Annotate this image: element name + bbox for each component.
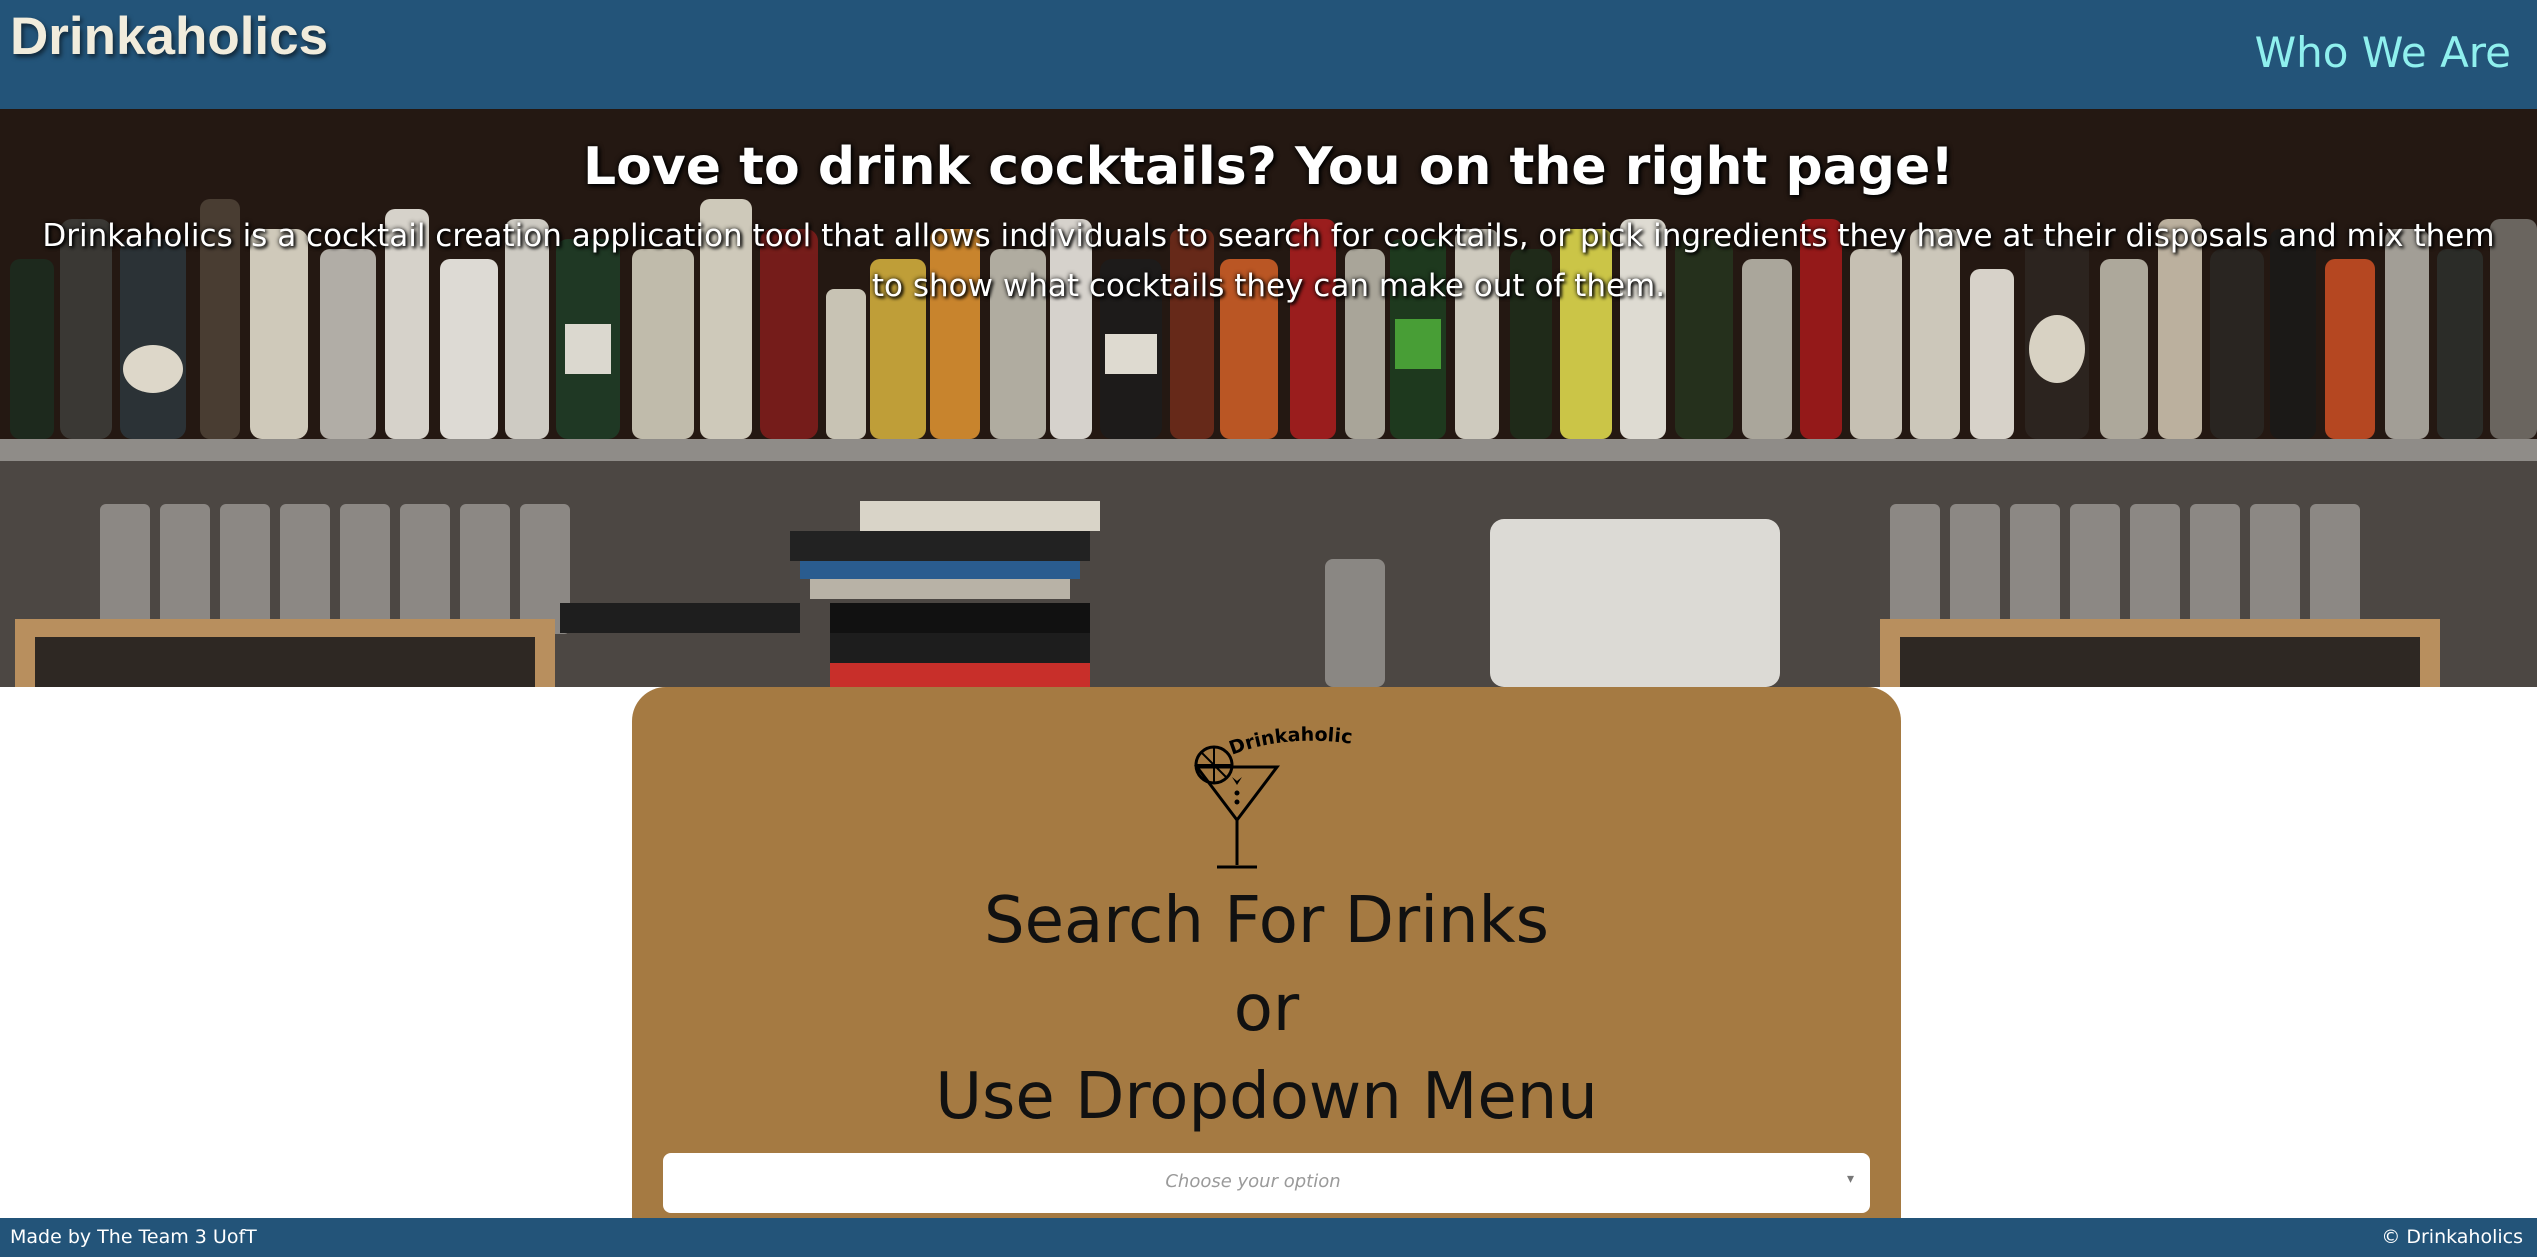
nav-link-who-we-are[interactable]: Who We Are: [2255, 28, 2511, 77]
search-heading-line3: Use Dropdown Menu: [935, 1060, 1598, 1134]
footer: Made by The Team 3 UofT © Drinkaholics: [0, 1218, 2537, 1257]
search-heading-line1: Search For Drinks: [984, 884, 1549, 958]
footer-copyright: © Drinkaholics: [2381, 1226, 2523, 1248]
navbar: Drinkaholics Who We Are: [0, 0, 2537, 109]
brand-logo-link[interactable]: Drinkaholics: [10, 6, 328, 67]
search-heading: Search For Drinks or Use Dropdown Menu: [632, 877, 1901, 1141]
hero-banner: Love to drink cocktails? You on the righ…: [0, 109, 2537, 687]
caret-down-icon: ▾: [1846, 1171, 1854, 1187]
hero-title: Love to drink cocktails? You on the righ…: [583, 137, 1954, 197]
search-heading-line2: or: [1233, 972, 1300, 1046]
dropdown-placeholder: Choose your option: [1165, 1171, 1341, 1192]
hero-description: Drinkaholics is a cocktail creation appl…: [42, 218, 2495, 304]
drink-dropdown[interactable]: Choose your option ▾: [663, 1153, 1870, 1213]
search-card: Drinkaholics Search For Drinks or Use Dr…: [632, 687, 1901, 1218]
footer-credit: Made by The Team 3 UofT: [10, 1226, 257, 1248]
martini-glass-icon: Drinkaholics: [1172, 715, 1354, 869]
